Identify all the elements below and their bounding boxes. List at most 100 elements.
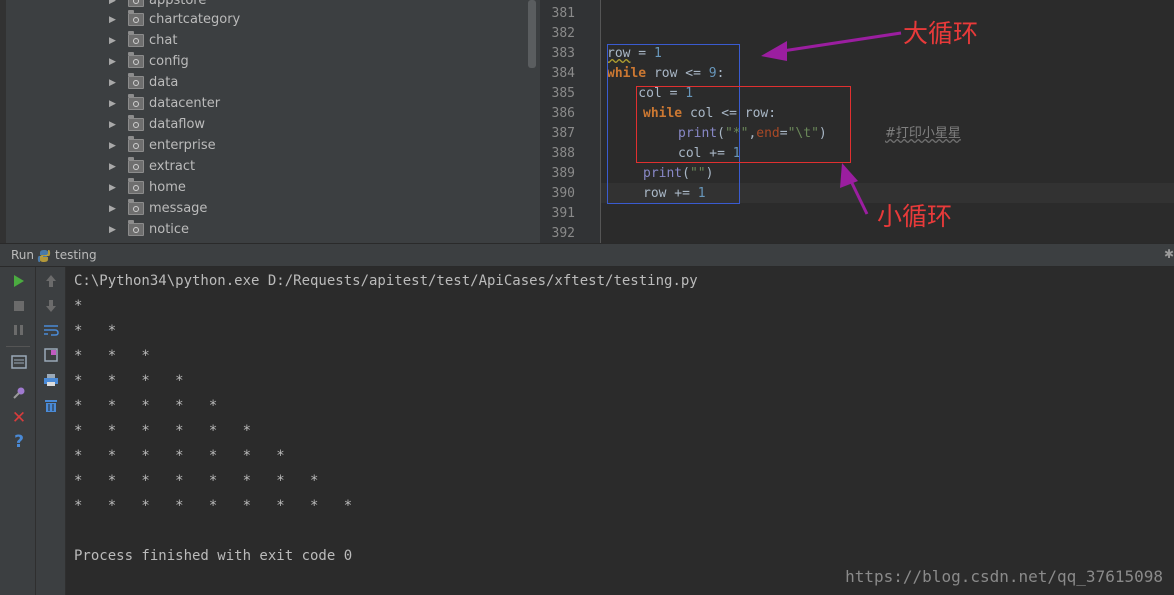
inner-loop-annotation: 小循环 — [877, 202, 953, 231]
package-folder-icon — [128, 157, 144, 173]
expand-arrow-icon[interactable]: ▶ — [109, 183, 119, 193]
expand-arrow-icon[interactable]: ▶ — [109, 204, 119, 214]
pause-icon-shape — [14, 325, 23, 335]
up-arrow-icon[interactable] — [41, 271, 61, 291]
tree-item-label: chat — [149, 33, 178, 48]
line-number: 390 — [551, 186, 575, 201]
expand-arrow-icon[interactable]: ▶ — [109, 99, 119, 109]
tree-item-label: home — [149, 180, 186, 195]
run-icon-shape — [14, 275, 24, 287]
run-icon[interactable] — [9, 271, 29, 291]
line-number: 385 — [551, 86, 575, 101]
print-icon[interactable] — [41, 370, 61, 390]
expand-arrow-icon[interactable]: ▶ — [109, 141, 119, 151]
soft-wrap-icon-shape — [44, 325, 59, 336]
tree-item-chat[interactable]: ▶ chat — [109, 30, 509, 51]
tree-item-label: extract — [149, 159, 196, 174]
expand-arrow-icon[interactable]: ▶ — [109, 78, 119, 88]
package-folder-icon — [128, 10, 144, 26]
run-title: Run — [11, 248, 35, 262]
code-editor[interactable]: row = 1 while row <= 9: col = 1 while co… — [601, 0, 1174, 243]
stop-icon-shape — [14, 301, 24, 311]
print-icon-shape — [44, 374, 58, 386]
stop-icon[interactable] — [9, 296, 29, 316]
expand-arrow-icon[interactable]: ▶ — [109, 57, 119, 67]
gear-icon[interactable]: ✱ — [1164, 247, 1174, 261]
tree-item-chartcategory[interactable]: ▶ chartcategory — [109, 9, 509, 30]
help-icon[interactable]: ? — [9, 432, 29, 452]
tree-item-label: chartcategory — [149, 12, 241, 27]
soft-wrap-icon[interactable] — [41, 320, 61, 340]
tree-item-home[interactable]: ▶ home — [109, 177, 509, 198]
blog-watermark: https://blog.csdn.net/qq_37615098 — [845, 567, 1163, 586]
tree-item-label: config — [149, 54, 189, 69]
package-folder-icon — [128, 115, 144, 131]
tree-item-label: appstore — [149, 0, 207, 8]
tree-scrollbar[interactable] — [528, 0, 536, 68]
pause-icon[interactable] — [9, 320, 29, 340]
package-folder-icon — [128, 73, 144, 89]
package-folder-icon — [128, 220, 144, 236]
tree-left-strip — [0, 0, 6, 243]
line-number: 391 — [551, 206, 575, 221]
run-toolbar-secondary — [36, 267, 66, 595]
run-console-output[interactable]: C:\Python34\python.exe D:/Requests/apite… — [66, 267, 1174, 595]
dump-threads-icon[interactable] — [9, 352, 29, 372]
tree-item-enterprise[interactable]: ▶ enterprise — [109, 135, 509, 156]
clear-all-icon[interactable] — [41, 395, 61, 415]
tree-item-extract[interactable]: ▶ extract — [109, 156, 509, 177]
tree-item-message[interactable]: ▶ message — [109, 198, 509, 219]
line-number: 384 — [551, 66, 575, 81]
tree-item-label: dataflow — [149, 117, 206, 132]
tree-item-label: data — [149, 75, 179, 90]
tree-item-label: enterprise — [149, 138, 216, 153]
scroll-to-end-icon[interactable] — [41, 345, 61, 365]
expand-arrow-icon[interactable]: ▶ — [109, 36, 119, 46]
console-line: * * * * — [74, 373, 184, 389]
line-number: 382 — [551, 26, 575, 41]
package-folder-icon — [128, 94, 144, 110]
run-config-name: testing — [55, 248, 97, 262]
project-tree-panel: ▶ appstore ▶ chartcategory ▶ chat ▶ conf… — [0, 0, 540, 243]
tree-item-dataflow[interactable]: ▶ dataflow — [109, 114, 509, 135]
close-icon[interactable]: ✕ — [9, 408, 29, 428]
tree-item-label: notice — [149, 222, 190, 237]
console-line: Process finished with exit code 0 — [74, 548, 353, 564]
python-icon — [37, 250, 51, 262]
dump-threads-icon-shape — [11, 355, 27, 369]
expand-arrow-icon[interactable]: ▶ — [109, 0, 119, 6]
expand-arrow-icon[interactable]: ▶ — [109, 225, 119, 235]
line-number: 388 — [551, 146, 575, 161]
outer-loop-arrow-icon — [761, 31, 902, 61]
console-line: * * — [74, 323, 117, 339]
console-line: * * * * * * * * — [74, 473, 319, 489]
package-folder-icon — [128, 136, 144, 152]
expand-arrow-icon[interactable]: ▶ — [109, 162, 119, 172]
expand-arrow-icon[interactable]: ▶ — [109, 15, 119, 25]
pin-icon[interactable] — [9, 383, 29, 403]
line-number: 381 — [551, 6, 575, 21]
run-toolbar-primary: ✕ ? — [0, 267, 36, 595]
tree-item-datacenter[interactable]: ▶ datacenter — [109, 93, 509, 114]
line-number: 383 — [551, 46, 575, 61]
up-arrow-icon-shape — [46, 275, 56, 287]
line-number: 392 — [551, 226, 575, 241]
tree-item-data[interactable]: ▶ data — [109, 72, 509, 93]
outer-loop-annotation: 大循环 — [903, 19, 979, 48]
tree-item-notice[interactable]: ▶ notice — [109, 219, 509, 240]
editor-gutter[interactable]: 381 382 383 384 385 386 387 388 389 390 … — [540, 0, 601, 243]
expand-arrow-icon[interactable]: ▶ — [109, 120, 119, 130]
inner-loop-arrow-icon — [840, 163, 869, 215]
toolbar-separator — [6, 346, 30, 347]
package-folder-icon — [128, 199, 144, 215]
console-line: * * * * * * — [74, 423, 252, 439]
line-number: 386 — [551, 106, 575, 121]
tree-item-config[interactable]: ▶ config — [109, 51, 509, 72]
down-arrow-icon[interactable] — [41, 296, 61, 316]
clear-all-icon-shape — [45, 399, 57, 412]
console-line: C:\Python34\python.exe D:/Requests/apite… — [74, 273, 698, 289]
tree-item-label: message — [149, 201, 208, 216]
console-line: * * * * * * * * * — [74, 498, 353, 514]
console-line: * — [74, 298, 83, 314]
package-folder-icon — [128, 31, 144, 47]
